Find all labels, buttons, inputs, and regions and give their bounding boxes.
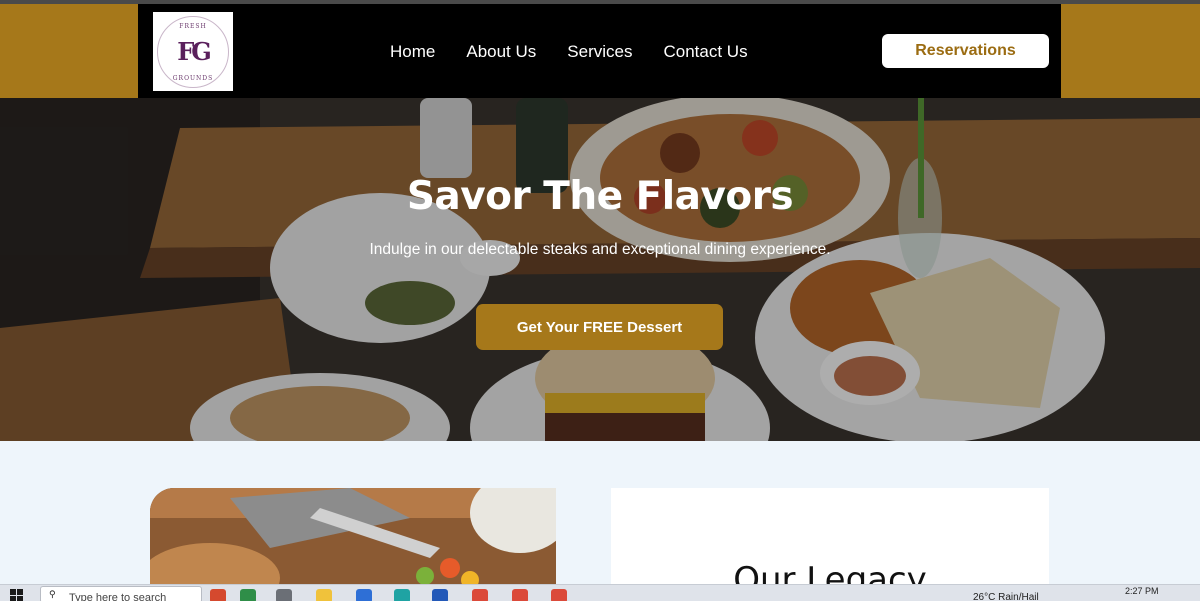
logo-badge: FRESH FG GROUNDS (157, 15, 229, 88)
nav-services[interactable]: Services (567, 40, 632, 64)
chrome-icon[interactable] (551, 589, 567, 601)
logo-top-text: FRESH (179, 22, 207, 30)
food-board-image (150, 488, 556, 584)
mail-icon[interactable] (356, 589, 372, 601)
file-explorer-icon[interactable] (316, 589, 332, 601)
legacy-card: Our Legacy (611, 488, 1049, 600)
nav-about-us[interactable]: About Us (466, 40, 536, 64)
main-nav: Home About Us Services Contact Us (390, 40, 748, 64)
edge-icon[interactable] (394, 589, 410, 601)
reservations-button[interactable]: Reservations (882, 34, 1049, 68)
food-board-photo (150, 488, 556, 584)
chrome-icon[interactable] (512, 589, 528, 601)
taskbar-app-icon[interactable] (240, 589, 256, 601)
hero-dark-overlay (0, 98, 1200, 441)
logo-mark: FG (177, 37, 212, 66)
hero-banner: Savor The Flavors Indulge in our delecta… (0, 98, 1200, 441)
outlook-icon[interactable] (432, 589, 448, 601)
logo-bottom-text: GROUNDS (172, 74, 214, 82)
logo[interactable]: FRESH FG GROUNDS (153, 12, 233, 91)
nav-home[interactable]: Home (390, 40, 435, 64)
chrome-icon[interactable] (472, 589, 488, 601)
header-gold-band-left (0, 4, 138, 98)
taskbar-clock[interactable]: 2:27 PM (1125, 586, 1159, 596)
hero-title: Savor The Flavors (406, 174, 794, 219)
windows-taskbar: ⚲ Type here to search 26°C Rain/Hail 2:2… (0, 584, 1200, 601)
header-gold-band-right (1061, 4, 1200, 98)
site-header: FRESH FG GROUNDS Home About Us Services … (138, 4, 1061, 98)
legacy-section: Our Legacy (0, 441, 1200, 600)
windows-start-icon[interactable] (10, 589, 24, 601)
search-icon: ⚲ (49, 590, 56, 600)
taskbar-search-box[interactable]: ⚲ Type here to search (40, 586, 202, 601)
hero-subtitle: Indulge in our delectable steaks and exc… (369, 241, 831, 258)
nav-contact-us[interactable]: Contact Us (663, 40, 747, 64)
taskbar-app-icon[interactable] (210, 589, 226, 601)
task-view-icon[interactable] (276, 589, 292, 601)
free-dessert-button[interactable]: Get Your FREE Dessert (476, 304, 723, 350)
